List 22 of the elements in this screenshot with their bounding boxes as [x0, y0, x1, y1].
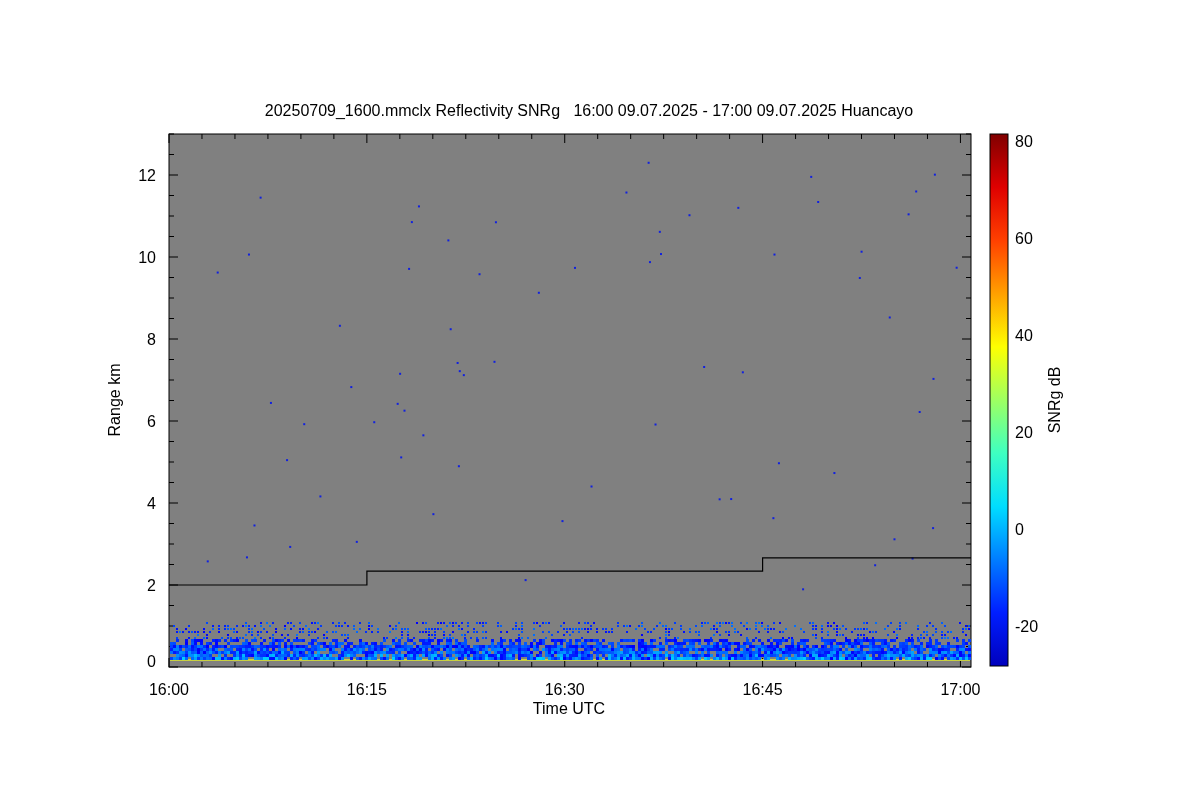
y-tick-label: 8 [147, 331, 156, 348]
colorbar-tick-label: 0 [1015, 521, 1024, 538]
y-tick-label: 12 [138, 167, 156, 184]
colorbar-tick-label: 40 [1015, 327, 1033, 344]
y-tick-label: 10 [138, 249, 156, 266]
colorbar-tick-label: 60 [1015, 230, 1033, 247]
x-tick-label: 16:00 [149, 681, 189, 698]
colorbar-tick-label: 80 [1015, 133, 1033, 150]
colorbar-tick-label: -20 [1015, 618, 1039, 635]
y-tick-label: 6 [147, 413, 156, 430]
colorbar-tick-label: 20 [1015, 424, 1033, 441]
plot-title: 20250709_1600.mmclx Reflectivity SNRg 16:00 09.07.2025 - 17:00 09.07.2025 Huancayo [264, 102, 914, 119]
y-tick-label: 0 [147, 653, 156, 670]
colorbar-label: SNRg dB [1046, 366, 1063, 434]
x-tick-label: 16:15 [346, 681, 387, 698]
y-tick-label: 4 [147, 495, 156, 512]
x-tick-label: 17:00 [940, 681, 981, 698]
x-tick-label: 16:45 [742, 681, 783, 698]
y-axis-label: Range km [106, 363, 123, 437]
x-tick-label: 16:30 [544, 681, 585, 698]
y-tick-label: 2 [147, 577, 156, 594]
x-axis-label: Time UTC [532, 700, 606, 717]
